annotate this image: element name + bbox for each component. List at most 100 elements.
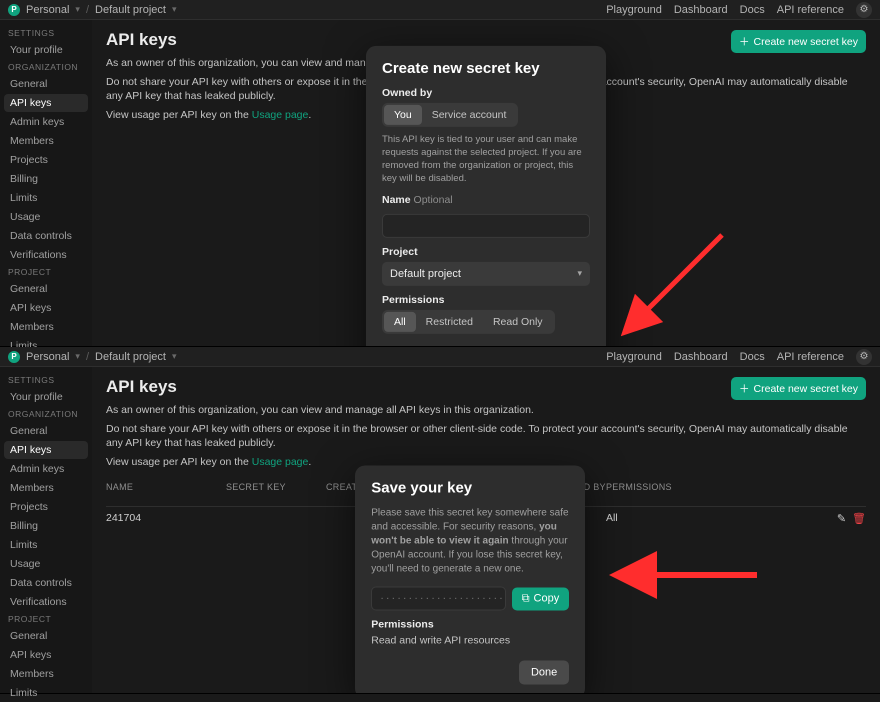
project-name[interactable]: Default project bbox=[95, 4, 166, 16]
project-select[interactable]: Default project ▾ bbox=[382, 262, 590, 286]
permissions-label: Permissions bbox=[371, 619, 569, 631]
owned-by-you[interactable]: You bbox=[384, 105, 422, 125]
chevron-down-icon: ▾ bbox=[577, 268, 582, 279]
sidebar-verifications[interactable]: Verifications bbox=[4, 593, 88, 611]
sidebar-billing[interactable]: Billing bbox=[4, 517, 88, 535]
org-name[interactable]: Personal bbox=[26, 351, 69, 363]
sidebar: SETTINGS Your profile ORGANIZATION Gener… bbox=[0, 367, 92, 693]
sidebar-datacontrols[interactable]: Data controls bbox=[4, 227, 88, 245]
nav-playground[interactable]: Playground bbox=[606, 351, 662, 363]
chevron-down-icon[interactable]: ▾ bbox=[75, 4, 80, 15]
secret-key-field[interactable]: ································ bbox=[371, 587, 505, 611]
usage-page-link[interactable]: Usage page bbox=[252, 109, 309, 121]
row-name: 241704 bbox=[106, 512, 226, 524]
chevron-down-icon[interactable]: ▾ bbox=[172, 4, 177, 15]
nav-docs[interactable]: Docs bbox=[740, 4, 765, 16]
create-secret-key-button[interactable]: ＋ Create new secret key bbox=[731, 377, 866, 400]
sidebar-general[interactable]: General bbox=[4, 75, 88, 93]
plus-icon: ＋ bbox=[739, 34, 750, 49]
nav-docs[interactable]: Docs bbox=[740, 351, 765, 363]
top-bar: P Personal ▾ / Default project ▾ Playgro… bbox=[0, 0, 880, 20]
sidebar-apikeys[interactable]: API keys bbox=[4, 441, 88, 459]
perm-readonly[interactable]: Read Only bbox=[483, 312, 553, 332]
perm-restricted[interactable]: Restricted bbox=[416, 312, 483, 332]
project-label: Project bbox=[382, 246, 590, 258]
usage-page-link[interactable]: Usage page bbox=[252, 456, 309, 468]
permissions-segmented: All Restricted Read Only bbox=[382, 310, 555, 334]
sidebar-p-members[interactable]: Members bbox=[4, 318, 88, 336]
row-permissions: All bbox=[606, 512, 826, 524]
sidebar-limits[interactable]: Limits bbox=[4, 536, 88, 554]
annotation-arrow bbox=[637, 565, 767, 588]
create-secret-key-button[interactable]: ＋ Create new secret key bbox=[731, 30, 866, 53]
org-avatar: P bbox=[8, 4, 20, 16]
sidebar-general[interactable]: General bbox=[4, 422, 88, 440]
sidebar-p-members[interactable]: Members bbox=[4, 665, 88, 683]
org-avatar: P bbox=[8, 351, 20, 363]
save-key-modal: Save your key Please save this secret ke… bbox=[355, 466, 585, 693]
top-bar: P Personal ▾ / Default project ▾ Playgro… bbox=[0, 347, 880, 367]
create-key-modal: Create new secret key Owned by You Servi… bbox=[366, 46, 606, 347]
project-name[interactable]: Default project bbox=[95, 351, 166, 363]
sidebar-p-general[interactable]: General bbox=[4, 280, 88, 298]
sidebar-admin[interactable]: Admin keys bbox=[4, 460, 88, 478]
sidebar-section-org: ORGANIZATION bbox=[4, 60, 88, 74]
gear-icon[interactable]: ⚙ bbox=[856, 2, 872, 18]
sidebar-profile[interactable]: Your profile bbox=[4, 41, 88, 59]
sidebar-p-apikeys[interactable]: API keys bbox=[4, 299, 88, 317]
plus-icon: ＋ bbox=[739, 381, 750, 396]
sidebar-billing[interactable]: Billing bbox=[4, 170, 88, 188]
perm-all[interactable]: All bbox=[384, 312, 416, 332]
gear-icon[interactable]: ⚙ bbox=[856, 349, 872, 365]
permissions-text: Read and write API resources bbox=[371, 635, 569, 647]
name-label: Name bbox=[382, 194, 411, 206]
owned-by-segmented: You Service account bbox=[382, 103, 518, 127]
sidebar-members[interactable]: Members bbox=[4, 479, 88, 497]
sidebar-apikeys[interactable]: API keys bbox=[4, 94, 88, 112]
sidebar-section-settings: SETTINGS bbox=[4, 373, 88, 387]
chevron-down-icon[interactable]: ▾ bbox=[75, 351, 80, 362]
sidebar-section-project: PROJECT bbox=[4, 265, 88, 279]
done-button[interactable]: Done bbox=[519, 661, 569, 685]
chevron-down-icon[interactable]: ▾ bbox=[172, 351, 177, 362]
save-key-note: Please save this secret key somewhere sa… bbox=[371, 507, 569, 577]
copy-icon: ⧉ bbox=[522, 592, 530, 605]
sidebar-p-apikeys[interactable]: API keys bbox=[4, 646, 88, 664]
nav-apiref[interactable]: API reference bbox=[777, 4, 844, 16]
sidebar-verifications[interactable]: Verifications bbox=[4, 246, 88, 264]
owned-by-label: Owned by bbox=[382, 87, 590, 99]
sidebar-section-project: PROJECT bbox=[4, 612, 88, 626]
modal-title: Create new secret key bbox=[382, 60, 590, 77]
sidebar-usage[interactable]: Usage bbox=[4, 208, 88, 226]
nav-dashboard[interactable]: Dashboard bbox=[674, 4, 728, 16]
desc-warning: Do not share your API key with others or… bbox=[106, 422, 866, 451]
annotation-arrow bbox=[632, 235, 732, 346]
permissions-label: Permissions bbox=[382, 294, 590, 306]
modal-title: Save your key bbox=[371, 480, 569, 497]
owned-by-service[interactable]: Service account bbox=[422, 105, 517, 125]
nav-dashboard[interactable]: Dashboard bbox=[674, 351, 728, 363]
copy-button[interactable]: ⧉ Copy bbox=[512, 587, 570, 610]
optional-hint: Optional bbox=[414, 194, 453, 206]
nav-playground[interactable]: Playground bbox=[606, 4, 662, 16]
sidebar-members[interactable]: Members bbox=[4, 132, 88, 150]
sidebar-section-settings: SETTINGS bbox=[4, 26, 88, 40]
sidebar-projects[interactable]: Projects bbox=[4, 151, 88, 169]
sidebar: SETTINGS Your profile ORGANIZATION Gener… bbox=[0, 20, 92, 346]
sidebar-section-org: ORGANIZATION bbox=[4, 407, 88, 421]
sidebar-limits[interactable]: Limits bbox=[4, 189, 88, 207]
desc-owner: As an owner of this organization, you ca… bbox=[106, 403, 866, 418]
key-name-input[interactable] bbox=[382, 214, 590, 238]
org-name[interactable]: Personal bbox=[26, 4, 69, 16]
nav-apiref[interactable]: API reference bbox=[777, 351, 844, 363]
sidebar-projects[interactable]: Projects bbox=[4, 498, 88, 516]
sidebar-profile[interactable]: Your profile bbox=[4, 388, 88, 406]
sidebar-p-limits[interactable]: Limits bbox=[4, 684, 88, 702]
sidebar-p-general[interactable]: General bbox=[4, 627, 88, 645]
edit-icon[interactable]: ✎ bbox=[837, 512, 846, 525]
delete-icon[interactable]: 🗑 bbox=[852, 512, 866, 525]
owned-by-note: This API key is tied to your user and ca… bbox=[382, 133, 590, 186]
sidebar-admin[interactable]: Admin keys bbox=[4, 113, 88, 131]
sidebar-datacontrols[interactable]: Data controls bbox=[4, 574, 88, 592]
sidebar-usage[interactable]: Usage bbox=[4, 555, 88, 573]
